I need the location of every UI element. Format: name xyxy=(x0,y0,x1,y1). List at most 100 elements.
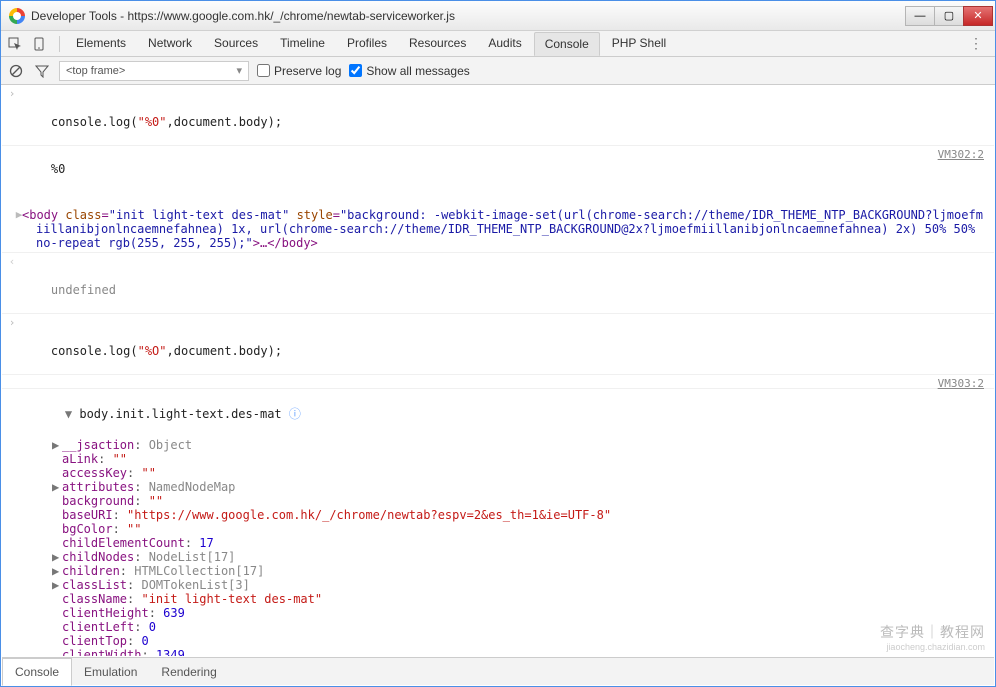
console-input-line[interactable]: › console.log("%0",document.body); xyxy=(2,85,994,146)
property-value: "" xyxy=(127,522,141,536)
console-output-line: %0 VM302:2 xyxy=(2,146,994,206)
drawer-tab-emulation[interactable]: Emulation xyxy=(72,659,149,685)
property-row[interactable]: childElementCount: 17 xyxy=(36,536,988,550)
property-name: aLink xyxy=(62,452,98,466)
property-value: Object xyxy=(149,438,192,452)
property-name: __jsaction xyxy=(62,438,134,452)
property-value: DOMTokenList[3] xyxy=(141,578,249,592)
show-all-checkbox[interactable]: Show all messages xyxy=(349,64,469,78)
drawer-tab-rendering[interactable]: Rendering xyxy=(149,659,228,685)
property-row[interactable]: clientWidth: 1349 xyxy=(36,648,988,656)
console-filterbar: <top frame> ▾ Preserve log Show all mess… xyxy=(1,57,995,85)
tab-php-shell[interactable]: PHP Shell xyxy=(602,32,676,55)
tab-console[interactable]: Console xyxy=(534,32,600,56)
property-row[interactable]: className: "init light-text des-mat" xyxy=(36,592,988,606)
drawer-tab-console[interactable]: Console xyxy=(2,658,72,686)
property-row[interactable]: clientTop: 0 xyxy=(36,634,988,648)
property-row[interactable]: ▶attributes: NamedNodeMap xyxy=(36,480,988,494)
property-value: "" xyxy=(141,466,155,480)
cmd-text: console.log("%O",document.body); xyxy=(51,344,282,358)
info-icon[interactable]: ⓘ xyxy=(289,407,301,421)
property-name: clientWidth xyxy=(62,648,141,656)
property-row[interactable]: ▶childNodes: NodeList[17] xyxy=(36,550,988,564)
maximize-button[interactable]: ▢ xyxy=(934,6,964,26)
expand-triangle-icon[interactable]: ▶ xyxy=(52,438,62,452)
property-row[interactable]: aLink: "" xyxy=(36,452,988,466)
property-row[interactable]: ▶classList: DOMTokenList[3] xyxy=(36,578,988,592)
tab-resources[interactable]: Resources xyxy=(399,32,476,55)
property-row[interactable]: accessKey: "" xyxy=(36,466,988,480)
input-chevron-icon: › xyxy=(6,316,18,329)
property-name: clientTop xyxy=(62,634,127,648)
vm-link[interactable]: VM303:2 xyxy=(938,377,984,390)
preserve-log-checkbox[interactable]: Preserve log xyxy=(257,64,341,78)
expand-triangle-icon[interactable]: ▶ xyxy=(52,480,62,494)
property-value: 0 xyxy=(141,634,148,648)
inspect-icon[interactable] xyxy=(5,34,25,54)
window-buttons: — ▢ ✕ xyxy=(906,6,993,26)
console-output[interactable]: › console.log("%0",document.body); %0 VM… xyxy=(2,85,994,656)
property-name: bgColor xyxy=(62,522,113,536)
console-input-line[interactable]: › console.log("%O",document.body); xyxy=(2,314,994,375)
console-element-line[interactable]: ▶ <body class="init light-text des-mat" … xyxy=(2,206,994,253)
tab-timeline[interactable]: Timeline xyxy=(270,32,335,55)
tab-sources[interactable]: Sources xyxy=(204,32,268,55)
output-text: %0 xyxy=(51,162,65,176)
console-return-line: ‹ undefined xyxy=(2,253,994,314)
separator xyxy=(59,36,60,52)
property-value: 17 xyxy=(199,536,213,550)
show-all-input[interactable] xyxy=(349,64,362,77)
more-icon[interactable]: ⋮ xyxy=(961,35,991,52)
expand-triangle-icon[interactable]: ▶ xyxy=(52,578,62,592)
panel-tabs: ElementsNetworkSourcesTimelineProfilesRe… xyxy=(66,32,676,55)
expand-triangle-icon[interactable]: ▶ xyxy=(52,550,62,564)
show-all-label: Show all messages xyxy=(366,64,469,78)
property-value: 0 xyxy=(149,620,156,634)
console-output-line: VM303:2 xyxy=(2,375,994,389)
property-name: clientLeft xyxy=(62,620,134,634)
return-chevron-icon: ‹ xyxy=(6,255,18,268)
property-name: classList xyxy=(62,578,127,592)
minimize-button[interactable]: — xyxy=(905,6,935,26)
tab-elements[interactable]: Elements xyxy=(66,32,136,55)
property-row[interactable]: baseURI: "https://www.google.com.hk/_/ch… xyxy=(36,508,988,522)
preserve-log-label: Preserve log xyxy=(274,64,341,78)
clear-console-icon[interactable] xyxy=(7,62,25,80)
tab-audits[interactable]: Audits xyxy=(478,32,531,55)
property-name: children xyxy=(62,564,120,578)
property-name: childElementCount xyxy=(62,536,185,550)
preserve-log-input[interactable] xyxy=(257,64,270,77)
main-toolbar: ElementsNetworkSourcesTimelineProfilesRe… xyxy=(1,31,995,57)
expand-triangle-icon[interactable]: ▼ xyxy=(65,407,79,421)
property-name: accessKey xyxy=(62,466,127,480)
expand-triangle-icon[interactable]: ▶ xyxy=(52,564,62,578)
cmd-text: console.log("%0",document.body); xyxy=(51,115,282,129)
vm-link[interactable]: VM302:2 xyxy=(938,148,984,161)
frame-selector[interactable]: <top frame> ▾ xyxy=(59,61,249,81)
chrome-icon xyxy=(9,8,25,24)
property-name: background xyxy=(62,494,134,508)
filter-icon[interactable] xyxy=(33,62,51,80)
property-value: "" xyxy=(149,494,163,508)
property-value: 639 xyxy=(163,606,185,620)
tab-network[interactable]: Network xyxy=(138,32,202,55)
property-name: attributes xyxy=(62,480,134,494)
property-row[interactable]: background: "" xyxy=(36,494,988,508)
property-value: HTMLCollection[17] xyxy=(134,564,264,578)
property-row[interactable]: bgColor: "" xyxy=(36,522,988,536)
property-row[interactable]: clientLeft: 0 xyxy=(36,620,988,634)
expand-triangle-icon[interactable]: ▶ xyxy=(20,208,32,221)
tab-profiles[interactable]: Profiles xyxy=(337,32,397,55)
property-row[interactable]: ▶__jsaction: Object xyxy=(36,438,988,452)
property-row[interactable]: clientHeight: 639 xyxy=(36,606,988,620)
property-value: "https://www.google.com.hk/_/chrome/newt… xyxy=(127,508,611,522)
property-row[interactable]: ▶children: HTMLCollection[17] xyxy=(36,564,988,578)
property-value: "init light-text des-mat" xyxy=(141,592,322,606)
window-titlebar: Developer Tools - https://www.google.com… xyxy=(1,1,995,31)
close-button[interactable]: ✕ xyxy=(963,6,993,26)
object-header[interactable]: ▼ body.init.light-text.des-mat ⓘ xyxy=(2,389,994,438)
property-name: className xyxy=(62,592,127,606)
device-icon[interactable] xyxy=(29,34,49,54)
property-value: NamedNodeMap xyxy=(149,480,236,494)
property-name: clientHeight xyxy=(62,606,149,620)
